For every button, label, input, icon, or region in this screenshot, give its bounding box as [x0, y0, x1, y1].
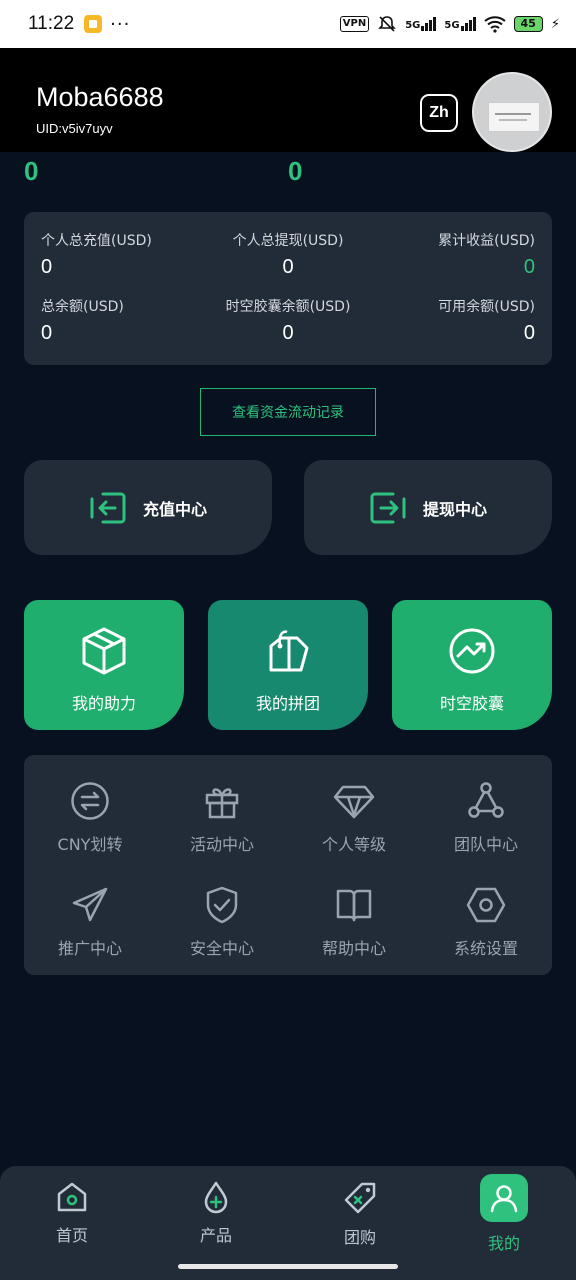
stat-label: 累计收益(USD): [438, 233, 535, 249]
stat-label: 个人总提现(USD): [232, 233, 344, 249]
tab-label: 产品: [199, 1226, 232, 1245]
status-time: 11:22: [28, 13, 75, 34]
recharge-center-button[interactable]: 充值中心: [24, 460, 272, 555]
menu-activity-center[interactable]: 活动中心: [156, 781, 288, 871]
home-icon: [55, 1180, 89, 1214]
tab-home[interactable]: 首页: [0, 1166, 144, 1262]
menu-label: CNY划转: [57, 835, 123, 854]
menu-label: 安全中心: [189, 939, 254, 958]
menu-personal-level[interactable]: 个人等级: [288, 781, 420, 871]
stat-value: 0: [41, 256, 53, 278]
book-icon: [334, 885, 374, 925]
stat-label: 总余额(USD): [41, 299, 124, 315]
vpn-icon: VPN: [339, 16, 370, 32]
menu-promotion-center[interactable]: 推广中心: [24, 885, 156, 975]
withdraw-center-button[interactable]: 提现中心: [304, 460, 552, 555]
box-icon: [80, 626, 128, 676]
tab-mine[interactable]: 我的: [432, 1166, 576, 1262]
language-button[interactable]: Zh: [420, 94, 458, 132]
status-bar: 11:22 ··· VPN 5G 5G 45 ⚡: [0, 0, 576, 48]
recharge-icon: [89, 491, 127, 525]
view-fund-flow-button[interactable]: 查看资金流动记录: [200, 388, 376, 436]
menu-label: 推广中心: [57, 939, 122, 958]
stat-value: 0: [41, 322, 53, 344]
shield-icon: [202, 885, 242, 925]
stat-value: 0: [282, 256, 294, 278]
menu-system-settings[interactable]: 系统设置: [420, 885, 552, 975]
menu-label: 活动中心: [189, 835, 254, 854]
user-icon: [480, 1174, 528, 1222]
trend-icon: [447, 626, 497, 676]
signal-icon: 5G: [405, 17, 437, 31]
menu-team-center[interactable]: 团队中心: [420, 781, 552, 871]
stat-value: 0: [523, 322, 535, 344]
tab-label: 首页: [55, 1226, 88, 1245]
home-indicator[interactable]: [178, 1264, 398, 1269]
withdraw-label: 提现中心: [422, 499, 487, 519]
signal-label: 5G: [405, 20, 421, 31]
signal-icon-2: 5G: [444, 17, 476, 31]
my-assist-tile[interactable]: 我的助力: [24, 600, 184, 730]
tag-icon: [342, 1180, 378, 1216]
summary-value-left: 0: [24, 156, 39, 186]
balance-stats-card: 个人总充值(USD) 0 个人总提现(USD) 0 累计收益(USD) 0 总余…: [24, 212, 552, 365]
service-menu-card: CNY划转 活动中心 个人等级 团队中心 推广中心 安全中心 帮助中心 系统设置: [24, 755, 552, 975]
stat-total-income: 累计收益(USD) 0: [438, 230, 535, 279]
menu-label: 帮助中心: [321, 939, 386, 958]
my-group-tile[interactable]: 我的拼团: [208, 600, 368, 730]
withdraw-icon: [369, 491, 407, 525]
time-capsule-tile[interactable]: 时空胶囊: [392, 600, 552, 730]
stat-label: 时空胶囊余额(USD): [225, 299, 351, 315]
stat-value: 0: [523, 256, 535, 278]
signal-label-2: 5G: [444, 20, 460, 31]
stat-label: 个人总充值(USD): [41, 233, 152, 249]
diamond-icon: [332, 781, 376, 821]
menu-label: 团队中心: [453, 835, 518, 854]
menu-cny-transfer[interactable]: CNY划转: [24, 781, 156, 871]
menu-help-center[interactable]: 帮助中心: [288, 885, 420, 975]
recharge-label: 充值中心: [142, 499, 207, 519]
stat-available-balance: 可用余额(USD) 0: [438, 296, 535, 345]
charging-icon: ⚡: [550, 16, 560, 32]
stat-label: 可用余额(USD): [438, 299, 535, 315]
avatar-image: [488, 102, 540, 132]
hexagon-settings-icon: [466, 885, 506, 925]
username: Moba6688: [36, 82, 164, 112]
battery-icon: 45: [513, 16, 543, 32]
tab-groupbuy[interactable]: 团购: [288, 1166, 432, 1262]
gift-icon: [202, 781, 242, 821]
stat-capsule-balance: 时空胶囊余额(USD) 0: [208, 296, 368, 345]
bottom-tab-bar: 首页 产品 团购 我的: [0, 1166, 576, 1280]
stat-total-withdraw: 个人总提现(USD) 0: [218, 230, 358, 279]
menu-security-center[interactable]: 安全中心: [156, 885, 288, 975]
user-uid: UID:v5iv7uyv: [36, 121, 113, 136]
mute-icon: [377, 14, 397, 34]
more-notifications-icon: ···: [110, 13, 131, 35]
stat-total-balance: 总余额(USD) 0: [41, 296, 124, 345]
paper-plane-icon: [70, 885, 110, 925]
menu-label: 个人等级: [321, 835, 386, 854]
team-icon: [465, 781, 507, 821]
wifi-icon: [483, 15, 506, 33]
summary-value-right: 0: [288, 156, 303, 186]
menu-label: 系统设置: [453, 939, 518, 958]
price-tag-icon: [263, 626, 313, 676]
time-capsule-label: 时空胶囊: [439, 694, 504, 713]
drop-plus-icon: [199, 1180, 233, 1214]
tab-products[interactable]: 产品: [144, 1166, 288, 1262]
profile-header: Moba6688 UID:v5iv7uyv Zh: [0, 48, 576, 152]
my-assist-label: 我的助力: [71, 694, 136, 713]
avatar[interactable]: [472, 72, 552, 152]
notification-icon: [84, 15, 103, 33]
transfer-icon: [70, 781, 110, 821]
tab-label: 团购: [343, 1228, 376, 1247]
tab-label: 我的: [487, 1234, 520, 1253]
stat-value: 0: [282, 322, 294, 344]
stat-total-recharge: 个人总充值(USD) 0: [41, 230, 152, 279]
my-group-label: 我的拼团: [255, 694, 320, 713]
